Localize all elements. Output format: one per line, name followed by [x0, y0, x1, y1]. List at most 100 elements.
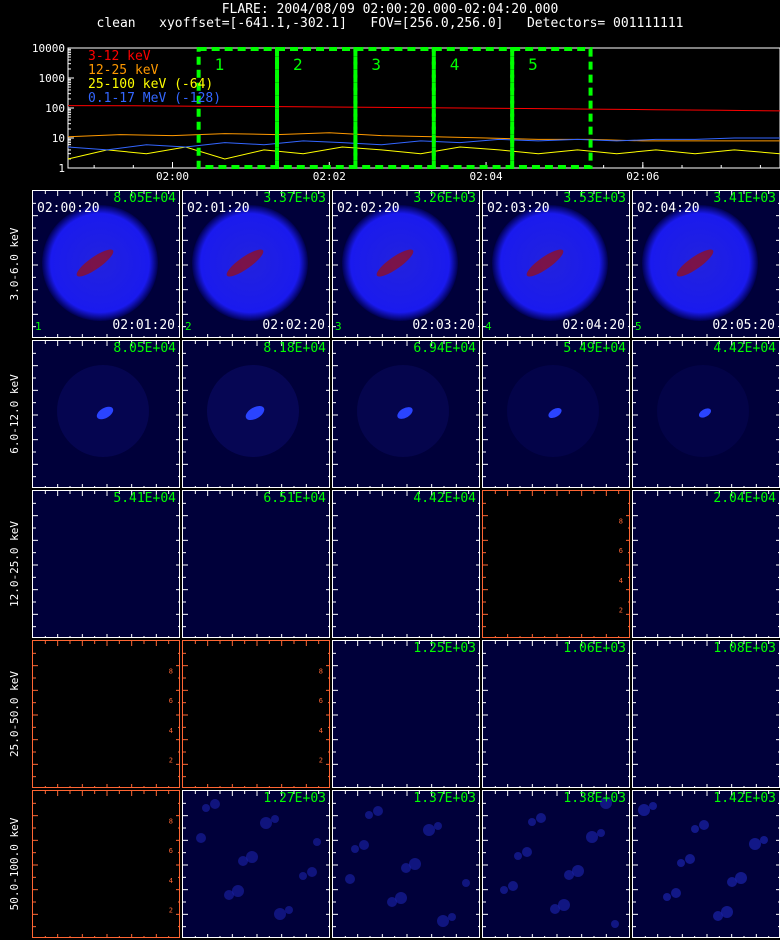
- blank-axis-label: 2: [319, 756, 323, 764]
- panel-graphics: 2 4 6 8: [483, 491, 629, 637]
- interval-start-time: 02:00:20: [37, 201, 100, 216]
- noise-speck: [246, 851, 258, 863]
- panel-graphics: 2 4 6 8: [183, 641, 329, 787]
- interval-label-2: 2: [293, 55, 303, 74]
- image-panel-r4-c3: 1.25E+03: [332, 640, 480, 788]
- noise-speck: [586, 831, 598, 843]
- blank-axis-label: 6: [619, 547, 623, 555]
- interval-box-2: [275, 47, 358, 169]
- panel-graphics: [633, 341, 779, 487]
- image-panel-r4-c5: 1.08E+03: [632, 640, 780, 788]
- noise-speck: [395, 892, 407, 904]
- noise-speck: [749, 838, 761, 850]
- peak-value: 3.41E+03: [713, 191, 776, 206]
- blank-axis-label: 6: [169, 697, 173, 705]
- panel-graphics: [633, 641, 779, 787]
- peak-value: 1.25E+03: [413, 641, 476, 656]
- panel-graphics: 2 4 6 8: [33, 641, 179, 787]
- interval-start-time: 02:02:20: [337, 201, 400, 216]
- plot-subtitle: clean xyoffset=[-641.1,-302.1] FOV=[256.…: [96, 16, 684, 31]
- y-tick-label: 1: [58, 162, 65, 175]
- peak-value: 1.38E+03: [563, 791, 626, 806]
- peak-value: 8.05E+04: [113, 191, 176, 206]
- interval-end-time: 02:01:20: [112, 318, 175, 333]
- legend-entry-3-12kev: 3-12 keV: [88, 49, 151, 64]
- image-panel-r5-c1: 2 4 6 8: [32, 790, 180, 938]
- blank-axis-label: 8: [619, 518, 623, 526]
- image-panel-r4-c1: 2 4 6 8: [32, 640, 180, 788]
- image-panel-r5-c5: 1.42E+03: [632, 790, 780, 938]
- y-tick-label: 100: [45, 102, 65, 115]
- image-panel-r5-c2: 1.27E+03: [182, 790, 330, 938]
- peak-value: 1.06E+03: [563, 641, 626, 656]
- noise-speck: [232, 885, 244, 897]
- noise-speck: [345, 874, 355, 884]
- blank-axis-label: 2: [169, 906, 173, 914]
- panel-graphics: [183, 491, 329, 637]
- x-tick-label: 02:02: [313, 170, 346, 183]
- blank-axis-label: 6: [169, 847, 173, 855]
- panel-graphics: [483, 641, 629, 787]
- energy-label-row-2: 6.0-12.0 keV: [8, 374, 21, 454]
- noise-speck: [196, 833, 206, 843]
- series-line-2: [67, 146, 780, 160]
- y-tick-label: 1000: [39, 72, 66, 85]
- noise-speck: [760, 836, 768, 844]
- noise-speck: [313, 838, 321, 846]
- image-panel-r3-c2: 6.51E+04: [182, 490, 330, 638]
- noise-speck: [202, 804, 210, 812]
- noise-speck: [522, 847, 532, 857]
- noise-speck: [611, 920, 619, 928]
- panel-graphics: [33, 491, 179, 637]
- blank-axis-label: 2: [619, 606, 623, 614]
- noise-speck: [299, 872, 307, 880]
- interval-start-time: 02:04:20: [637, 201, 700, 216]
- panel-graphics: [633, 491, 779, 637]
- blank-axis-label: 2: [169, 756, 173, 764]
- peak-value: 4.42E+04: [713, 341, 776, 356]
- noise-speck: [536, 813, 546, 823]
- legend-entry-25-100kev: 25-100 keV (-64): [88, 77, 214, 92]
- panel-graphics: [483, 791, 629, 937]
- series-line-0: [67, 105, 780, 112]
- noise-speck: [434, 822, 442, 830]
- x-tick-label: 02:00: [156, 170, 189, 183]
- image-panel-r3-c4: 2 4 6 8: [482, 490, 630, 638]
- noise-speck: [638, 804, 650, 816]
- image-panel-r3-c3: 4.42E+04: [332, 490, 480, 638]
- noise-speck: [351, 845, 359, 853]
- legend-entry-0.1-17mev: 0.1-17 MeV (-128): [88, 91, 222, 106]
- peak-value: 6.51E+04: [263, 491, 326, 506]
- noise-speck: [685, 854, 695, 864]
- interval-end-time: 02:05:20: [712, 318, 775, 333]
- image-panel-r1-c4: 3.53E+03 02:03:20 02:04:20 4: [482, 190, 630, 338]
- image-panel-r2-c1: 8.05E+04: [32, 340, 180, 488]
- noise-speck: [649, 802, 657, 810]
- peak-value: 8.18E+04: [263, 341, 326, 356]
- peak-value: 5.41E+04: [113, 491, 176, 506]
- peak-value: 1.08E+03: [713, 641, 776, 656]
- energy-label-row-4: 25.0-50.0 keV: [8, 670, 21, 758]
- image-panel-r2-c4: 5.49E+04: [482, 340, 630, 488]
- noise-speck: [699, 820, 709, 830]
- image-panel-r2-c2: 8.18E+04: [182, 340, 330, 488]
- image-panel-r1-c2: 3.37E+03 02:01:20 02:02:20 2: [182, 190, 330, 338]
- noise-speck: [671, 888, 681, 898]
- noise-speck: [437, 915, 449, 927]
- peak-value: 1.37E+03: [413, 791, 476, 806]
- image-panel-r2-c3: 6.94E+04: [332, 340, 480, 488]
- panel-graphics: [183, 791, 329, 937]
- noise-speck: [558, 899, 570, 911]
- image-panel-r2-c5: 4.42E+04: [632, 340, 780, 488]
- interval-label-5: 5: [528, 55, 538, 74]
- interval-index: 4: [485, 320, 492, 333]
- blank-axis-label: 4: [319, 727, 323, 735]
- peak-value: 1.27E+03: [263, 791, 326, 806]
- noise-speck: [285, 906, 293, 914]
- noise-speck: [500, 886, 508, 894]
- image-panel-r1-c3: 3.26E+03 02:02:20 02:03:20 3: [332, 190, 480, 338]
- interval-index: 2: [185, 320, 192, 333]
- energy-label-row-1: 3.0-6.0 keV: [8, 227, 21, 301]
- noise-speck: [514, 852, 522, 860]
- interval-index: 5: [635, 320, 642, 333]
